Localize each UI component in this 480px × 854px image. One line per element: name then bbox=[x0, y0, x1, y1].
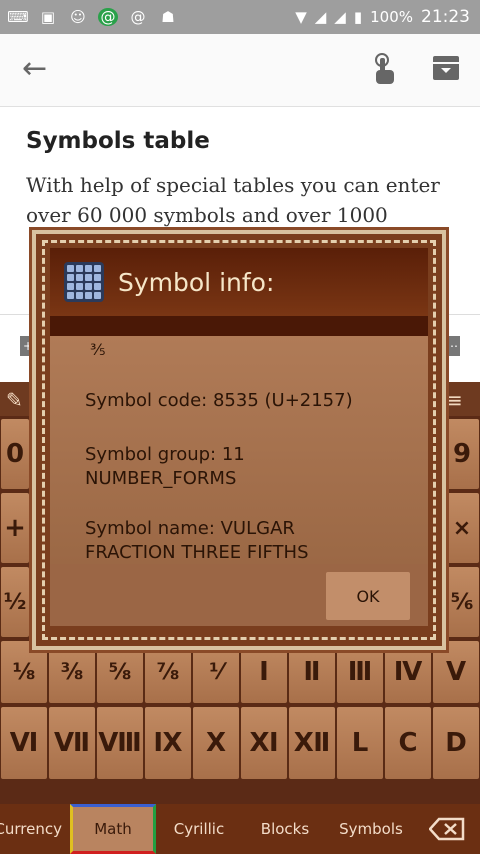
symbol-name: Symbol name: VULGAR bbox=[85, 518, 295, 539]
dialog-strip bbox=[50, 316, 428, 336]
tab-currency[interactable]: Currency bbox=[0, 804, 70, 854]
at-outline-icon: @ bbox=[130, 8, 146, 26]
key[interactable]: × bbox=[444, 492, 480, 564]
chat-icon: ☺ bbox=[70, 8, 86, 26]
archive-icon[interactable] bbox=[432, 54, 460, 82]
arrow-back-icon[interactable]: ← bbox=[22, 54, 56, 86]
backspace-icon[interactable] bbox=[414, 804, 480, 854]
symbol-group-name: NUMBER_FORMS bbox=[85, 468, 237, 489]
key[interactable]: Ⅻ bbox=[288, 706, 336, 780]
symbol-name-cont: FRACTION THREE FIFTHS bbox=[85, 542, 309, 563]
symbol-info-dialog: Symbol info: ⅗ Symbol code: 8535 (U+2157… bbox=[32, 230, 446, 650]
key[interactable]: Ⅶ bbox=[48, 706, 96, 780]
key[interactable]: Ⅾ bbox=[432, 706, 480, 780]
page-title: Symbols table bbox=[26, 128, 210, 154]
keyboard-icon: ⌨ bbox=[7, 8, 29, 26]
help-content: Symbols table With help of special table… bbox=[26, 128, 456, 230]
battery-icon: ▮ bbox=[353, 8, 363, 26]
signal-icon-2: ◢ bbox=[334, 8, 346, 26]
tab-symbols[interactable]: Symbols bbox=[328, 804, 414, 854]
dialog-title: Symbol info: bbox=[118, 267, 275, 297]
key[interactable]: Ⅵ bbox=[0, 706, 48, 780]
keyboard-app-icon bbox=[64, 262, 104, 302]
dialog-button-row: OK bbox=[50, 564, 428, 626]
tab-blocks[interactable]: Blocks bbox=[242, 804, 328, 854]
symbol-group: Symbol group: 11 bbox=[85, 444, 245, 465]
key[interactable]: 0 bbox=[0, 418, 30, 490]
at-icon: @ bbox=[98, 8, 118, 26]
key[interactable]: Ⅺ bbox=[240, 706, 288, 780]
app-bar: ← bbox=[0, 34, 480, 107]
keyboard-tab-bar: Currency Math Cyrillic Blocks Symbols bbox=[0, 804, 480, 854]
key[interactable]: Ⅽ bbox=[384, 706, 432, 780]
signal-icon: ◢ bbox=[314, 8, 327, 26]
touch-icon[interactable] bbox=[368, 52, 400, 88]
menu-icon[interactable]: ≡ bbox=[446, 388, 463, 412]
key[interactable]: ⅚ bbox=[444, 566, 480, 638]
symbol-preview: ⅗ bbox=[90, 340, 106, 359]
key[interactable]: Ⅷ bbox=[96, 706, 144, 780]
image-icon: ▣ bbox=[40, 8, 56, 26]
pencil-icon[interactable]: ✎ bbox=[6, 388, 23, 412]
battery-percent: 100% bbox=[370, 8, 413, 26]
android-icon: ☗ bbox=[161, 8, 175, 26]
symbol-code: Symbol code: 8535 (U+2157) bbox=[85, 390, 353, 411]
dialog-body: ⅗ Symbol code: 8535 (U+2157) Symbol grou… bbox=[50, 336, 428, 564]
wifi-icon: ▼ bbox=[295, 8, 307, 26]
help-text: With help of special tables you can ente… bbox=[26, 173, 440, 227]
key[interactable]: Ⅼ bbox=[336, 706, 384, 780]
clock: 21:23 bbox=[421, 7, 470, 27]
more-icon: ⋯ bbox=[444, 336, 460, 356]
key[interactable]: + bbox=[0, 492, 30, 564]
tab-cyrillic[interactable]: Cyrillic bbox=[156, 804, 242, 854]
key[interactable]: ½ bbox=[0, 566, 30, 638]
ok-button[interactable]: OK bbox=[326, 572, 410, 620]
status-bar: ⌨ ▣ ☺ @ @ ☗ ▼ ◢ ◢ ▮ 100% 21:23 bbox=[0, 0, 480, 34]
key[interactable]: Ⅹ bbox=[192, 706, 240, 780]
dialog-header: Symbol info: bbox=[50, 248, 428, 316]
key[interactable]: Ⅸ bbox=[144, 706, 192, 780]
tab-math[interactable]: Math bbox=[70, 804, 156, 854]
key[interactable]: 9 bbox=[444, 418, 480, 490]
